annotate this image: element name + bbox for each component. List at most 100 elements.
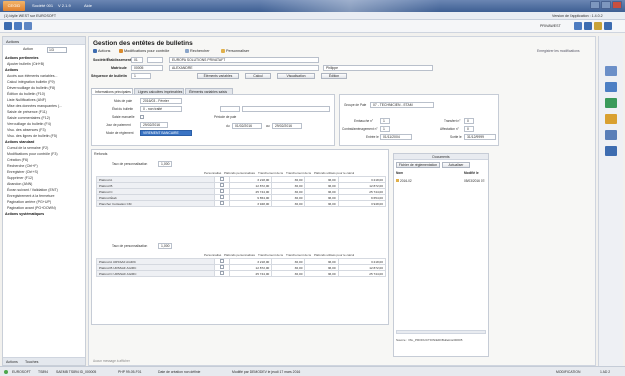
- menu-item-aide[interactable]: Aide: [84, 3, 92, 8]
- mois-field[interactable]: 2016/03 - Février: [140, 98, 182, 104]
- plafond-label: Plancher Cotisation CM: [95, 200, 216, 207]
- embauche-field[interactable]: 1: [380, 118, 390, 124]
- elements-variables-button[interactable]: Éléments variables: [197, 73, 239, 79]
- documents-panel: Documents Fichier de réglementation Actu…: [393, 153, 489, 357]
- pencil-icon: [119, 49, 123, 53]
- grid-icon[interactable]: [605, 146, 617, 156]
- taux2-field[interactable]: 1,000: [158, 243, 172, 249]
- affectation-field[interactable]: 0: [464, 126, 474, 132]
- gear-icon[interactable]: [584, 22, 592, 30]
- checkbox[interactable]: [220, 189, 225, 193]
- document-row-modified: 05/03/2016 07:: [464, 179, 486, 183]
- customize-button[interactable]: Personnaliser: [221, 49, 249, 53]
- company-name: (1) Idylle WEST sur EUROSOFT: [4, 14, 57, 18]
- help-icon[interactable]: [594, 22, 602, 30]
- document-row[interactable]: 2016-02: [396, 179, 412, 183]
- visualisation-button[interactable]: Visualisation: [277, 73, 315, 79]
- plafond-utilise-value: 25 744,00: [337, 270, 387, 277]
- periode-au-field[interactable]: 29/02/2016: [272, 123, 302, 129]
- tranche-a-value[interactable]: 36,00: [271, 270, 306, 277]
- jour-paiement-field[interactable]: 29/02/2016: [140, 122, 168, 128]
- au-label: au: [266, 124, 270, 128]
- periode-label: Période de paie: [214, 115, 237, 119]
- checkbox[interactable]: [220, 201, 225, 205]
- contrat-label: Contrat/aménagement n°: [342, 127, 378, 131]
- jour-paiement-label: Jour de paiement: [106, 123, 131, 127]
- col-plafonds-utilises: Plafonds utilisés pour le calcul: [314, 171, 355, 175]
- app-menu-button[interactable]: CEGID: [3, 1, 25, 11]
- contrat-field[interactable]: 1: [380, 126, 390, 132]
- tab-actions[interactable]: Actions: [6, 360, 18, 364]
- calendar-icon[interactable]: [605, 82, 617, 92]
- checkbox[interactable]: [220, 195, 225, 199]
- actions-list: Actions pertinentes Ajouter bulletin (Ctr…: [3, 55, 85, 217]
- sortie-field[interactable]: 31/12/9999: [464, 134, 496, 140]
- societe-code-field[interactable]: 01: [131, 57, 143, 63]
- document-icon[interactable]: [605, 98, 617, 108]
- saisie-manuelle-checkbox[interactable]: [140, 115, 144, 119]
- etat-extra-field: [220, 106, 240, 112]
- title-bar: CEGID Société 001 V 2.1.9 Aide: [0, 0, 625, 12]
- refresh-button[interactable]: Actualiser: [442, 162, 470, 168]
- checkbox[interactable]: [220, 183, 225, 187]
- checkbox[interactable]: [220, 259, 225, 263]
- edition-button[interactable]: Édition: [321, 73, 347, 79]
- sidebar-section-title[interactable]: Actions systématiques: [3, 211, 85, 217]
- plafond-perso-value[interactable]: 25 744,00: [228, 270, 273, 277]
- groupe-field[interactable]: 07 - TECHNICIEN - ETAM: [370, 102, 434, 108]
- documents-scrollbar[interactable]: [396, 330, 486, 334]
- taux1-field[interactable]: 1,000: [158, 161, 172, 167]
- checkbox[interactable]: [220, 271, 225, 275]
- action-row: Action 1/3: [3, 45, 85, 55]
- menu-item-version[interactable]: V 2.1.9: [58, 3, 71, 8]
- minimize-button[interactable]: [590, 1, 600, 9]
- play-icon: [93, 49, 97, 53]
- modifications-button[interactable]: Modifications pour contrôle: [119, 49, 169, 53]
- entree-field[interactable]: 01/11/2004: [380, 134, 412, 140]
- reglementation-button[interactable]: Fichier de réglementation: [396, 162, 440, 168]
- tranche-b-value[interactable]: 36,00: [304, 200, 339, 207]
- matricule-field[interactable]: 00005: [131, 65, 163, 71]
- title-highlight: [260, 0, 440, 12]
- user-name: PRIVAWEST: [540, 24, 561, 28]
- maximize-button[interactable]: [601, 1, 611, 9]
- tab-touches[interactable]: Touches: [25, 360, 38, 364]
- calcul-button[interactable]: Calcul: [245, 73, 271, 79]
- refonds-panel: Refonds Taux de personnalisation 1,000 P…: [91, 149, 389, 325]
- personnalise-checkbox[interactable]: [214, 200, 230, 207]
- transfert-field[interactable]: 0: [464, 118, 474, 124]
- du-label: du: [226, 124, 230, 128]
- layout-icon[interactable]: [604, 22, 612, 30]
- close-window-button[interactable]: [612, 1, 622, 9]
- sortie-label: Sortie le: [450, 135, 462, 139]
- user-icon[interactable]: [574, 22, 582, 30]
- search-button[interactable]: Rechercher: [185, 49, 210, 53]
- actions-menu-button[interactable]: Actions: [93, 49, 110, 53]
- right-toolbox: [598, 36, 623, 366]
- menu-item-societe[interactable]: Société 001: [32, 3, 53, 8]
- tranche-b-value[interactable]: 36,00: [304, 270, 339, 277]
- affectation-label: Affectation n°: [440, 127, 459, 131]
- checkbox[interactable]: [220, 265, 225, 269]
- folder-icon: [396, 179, 399, 182]
- tranche-a-value[interactable]: 36,00: [271, 200, 306, 207]
- personnalise-checkbox[interactable]: [214, 270, 230, 277]
- plafond-perso-value[interactable]: 3 948,00: [228, 200, 273, 207]
- list-icon[interactable]: [605, 130, 617, 140]
- mode-reglement-select[interactable]: VIREMENT BANCAIRE: [140, 130, 192, 136]
- plafond-row: Plancher Cotisation CM 3 948,00 36,00 36,00…: [95, 200, 387, 207]
- back-icon[interactable]: [14, 22, 22, 30]
- home-icon[interactable]: [4, 22, 12, 30]
- forward-icon[interactable]: [24, 22, 32, 30]
- etat-comment-field: [242, 106, 330, 112]
- search-icon[interactable]: [605, 66, 617, 76]
- periode-du-field[interactable]: 01/02/2016: [232, 123, 262, 129]
- checkbox[interactable]: [220, 177, 225, 181]
- chart-icon[interactable]: [605, 114, 617, 124]
- action-input[interactable]: 1/3: [47, 47, 67, 53]
- app-version: Version de l'application : 1.4.0.2: [552, 14, 603, 18]
- sequence-field[interactable]: 1: [131, 73, 151, 79]
- status-salarie: SAEMB TS894 ID_000005: [56, 370, 97, 374]
- main-toolbar: Actions Modifications pour contrôle Rech…: [91, 48, 595, 56]
- societe-sub-field[interactable]: [147, 57, 163, 63]
